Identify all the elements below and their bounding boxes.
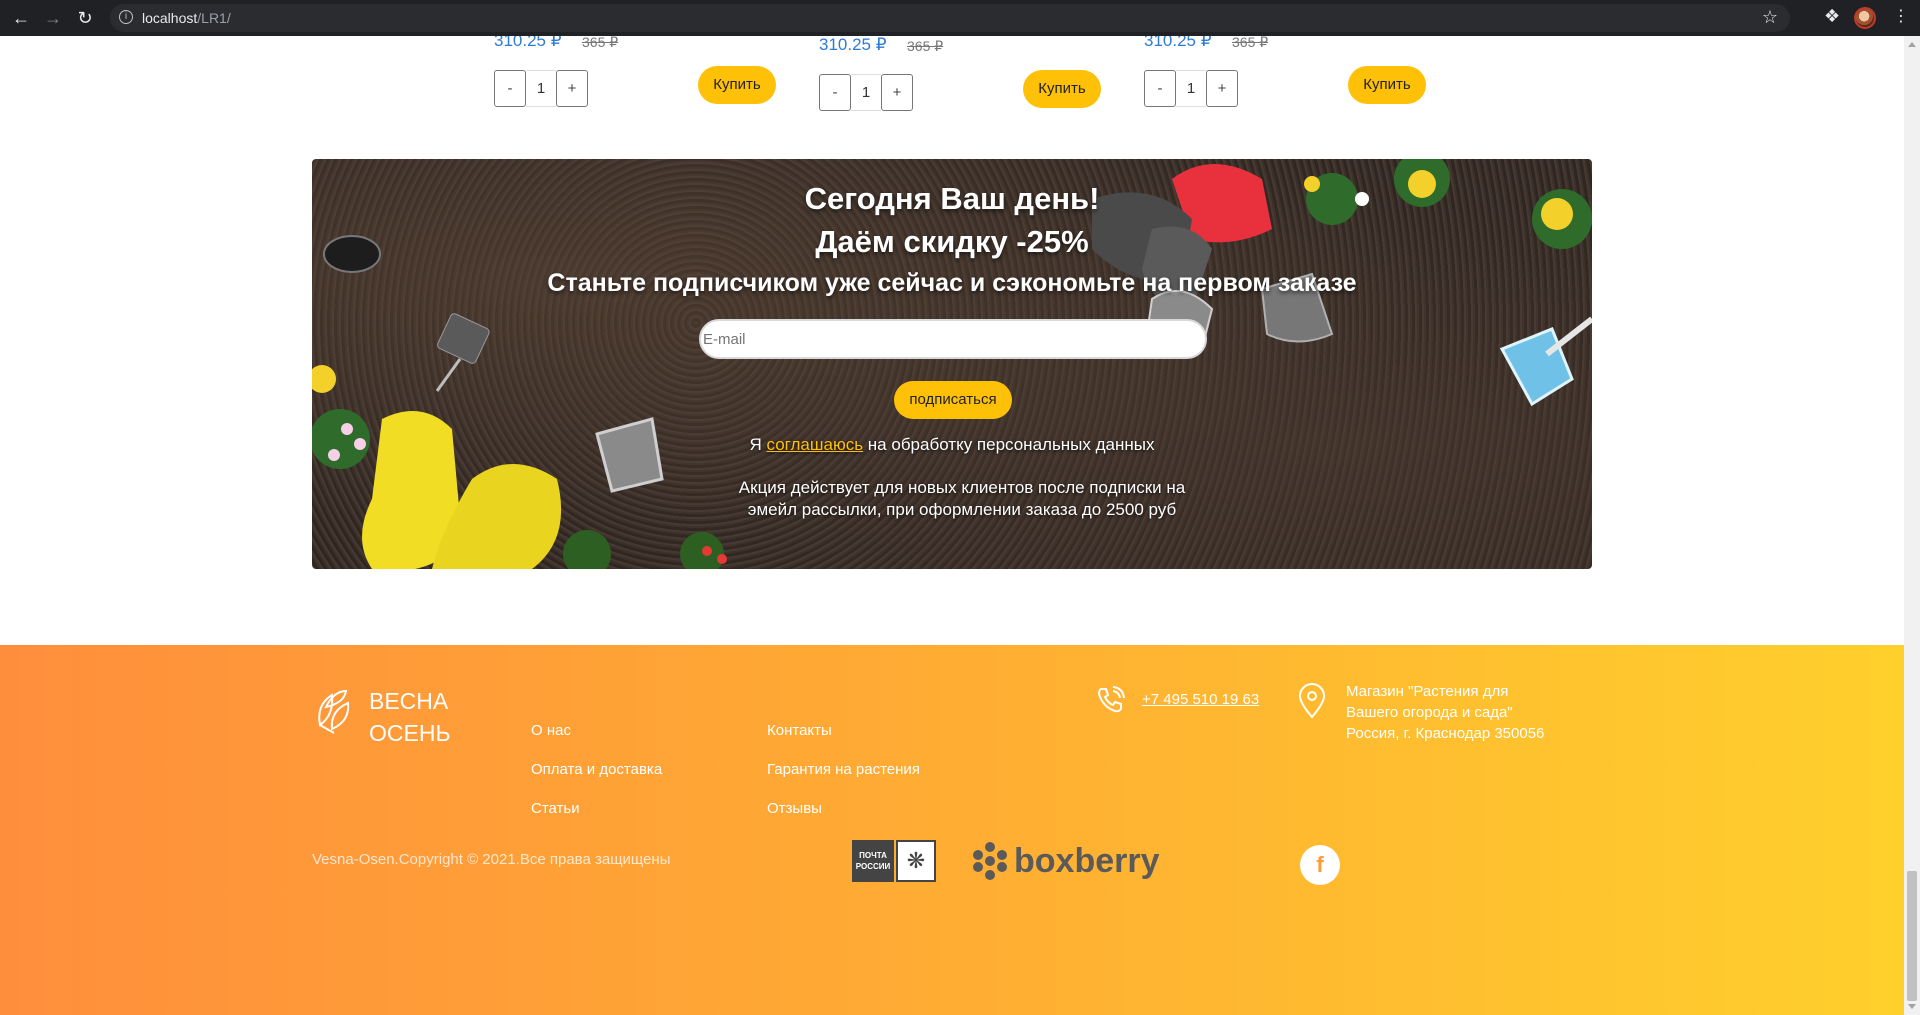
avatar[interactable] (1854, 7, 1876, 29)
footer-link-articles[interactable]: Статьи (531, 800, 580, 817)
phone-icon (1097, 686, 1125, 713)
boxberry-logo: boxberry (970, 841, 1160, 881)
product-card: 310.25 ₽ 365 ₽ - 1 + Купить (1144, 36, 1444, 116)
promo-title-line1: Сегодня Ваш день! (804, 181, 1100, 216)
product-card: 310.25 ₽ 365 ₽ - 1 + Купить (819, 36, 1119, 120)
store-address: Магазин "Растения для Вашего огорода и с… (1346, 681, 1576, 744)
bookmark-star-icon[interactable]: ☆ (1762, 7, 1778, 28)
pochta-rossii-logo: ПОЧТА РОССИИ ❋ (852, 840, 936, 882)
site-logo[interactable]: ВЕСНА ОСЕНЬ (312, 685, 482, 755)
quantity-stepper: - 1 + (819, 74, 913, 111)
scrollbar-thumb[interactable] (1907, 871, 1917, 1001)
consent-text: Я соглашаюсь на обработку персональных д… (312, 435, 1592, 455)
promo-subtitle: Станьте подписчиком уже сейчас и сэконом… (547, 269, 1357, 297)
facebook-icon[interactable]: f (1300, 845, 1340, 885)
info-icon[interactable]: i (119, 10, 133, 24)
product-card: 310.25 ₽ 365 ₽ - 1 + Купить (494, 36, 794, 116)
qty-value[interactable]: 1 (851, 74, 881, 111)
footer-link-contacts[interactable]: Контакты (767, 722, 832, 739)
boxberry-wordmark: boxberry (1014, 841, 1160, 880)
logo-line1: ВЕСНА (369, 688, 449, 714)
menu-kebab-icon[interactable]: ⋮ (1893, 6, 1909, 26)
leaf-logo-icon (318, 689, 350, 734)
page-content: 310.25 ₽ 365 ₽ - 1 + Купить 310.25 ₽ 365… (0, 36, 1920, 1015)
location-pin-icon (1298, 683, 1326, 719)
page-scrollbar[interactable] (1904, 36, 1920, 1015)
pochta-label: ПОЧТА РОССИИ (852, 840, 894, 882)
promo-title-line2: Даём скидку -25% (815, 224, 1089, 259)
address-line2: Вашего огорода и сада" (1346, 704, 1513, 721)
consent-link[interactable]: соглашаюсь (767, 435, 864, 454)
qty-plus-button[interactable]: + (556, 70, 588, 107)
product-old-price: 365 ₽ (1232, 36, 1269, 50)
promo-note: Акция действует для новых клиентов после… (738, 478, 1186, 519)
eagle-emblem-icon: ❋ (896, 840, 936, 882)
forward-icon[interactable]: → (42, 7, 64, 29)
qty-value[interactable]: 1 (526, 70, 556, 107)
consent-suffix: на обработку персональных данных (867, 435, 1155, 454)
logo-text: ВЕСНА ОСЕНЬ (369, 685, 451, 749)
consent-prefix: Я (749, 435, 762, 454)
phone-link[interactable]: +7 495 510 19 63 (1142, 691, 1259, 708)
reload-icon[interactable]: ↻ (74, 7, 96, 29)
address-bar[interactable]: i localhost/LR1/ ☆ (110, 4, 1790, 32)
buy-button[interactable]: Купить (1023, 70, 1101, 108)
address-line3: Россия, г. Краснодар 350056 (1346, 725, 1545, 742)
address-line1: Магазин "Растения для (1346, 683, 1509, 700)
product-price: 310.25 ₽ (494, 36, 562, 50)
product-old-price: 365 ₽ (582, 36, 619, 50)
product-price: 310.25 ₽ (1144, 36, 1212, 50)
scroll-up-icon[interactable] (1908, 42, 1916, 47)
logo-line2: ОСЕНЬ (369, 720, 451, 746)
qty-minus-button[interactable]: - (494, 70, 526, 107)
footer-link-guarantee[interactable]: Гарантия на растения (767, 761, 920, 778)
scroll-down-icon[interactable] (1908, 1004, 1916, 1009)
product-price: 310.25 ₽ (819, 36, 887, 54)
buy-button[interactable]: Купить (698, 66, 776, 104)
qty-plus-button[interactable]: + (881, 74, 913, 111)
buy-button[interactable]: Купить (1348, 66, 1426, 104)
quantity-stepper: - 1 + (494, 70, 588, 107)
qty-plus-button[interactable]: + (1206, 70, 1238, 107)
qty-minus-button[interactable]: - (1144, 70, 1176, 107)
back-icon[interactable]: ← (10, 7, 32, 29)
quantity-stepper: - 1 + (1144, 70, 1238, 107)
boxberry-dots-icon (973, 842, 1007, 880)
email-field[interactable] (699, 319, 1207, 359)
subscribe-button[interactable]: подписаться (894, 381, 1012, 419)
footer-link-payment[interactable]: Оплата и доставка (531, 761, 662, 778)
qty-minus-button[interactable]: - (819, 74, 851, 111)
footer-link-about[interactable]: О нас (531, 722, 571, 739)
footer: ВЕСНА ОСЕНЬ О нас Оплата и доставка Стат… (0, 645, 1904, 1015)
browser-toolbar: ← → ↻ i localhost/LR1/ ☆ ❖ ⋮ (0, 0, 1920, 36)
qty-value[interactable]: 1 (1176, 70, 1206, 107)
copyright-text: Vesna-Osen.Copyright © 2021.Все права за… (312, 851, 671, 868)
product-old-price: 365 ₽ (907, 38, 944, 54)
url-text: localhost/LR1/ (142, 10, 231, 26)
footer-link-reviews[interactable]: Отзывы (767, 800, 822, 817)
promo-banner: Сегодня Ваш день! Даём скидку -25% Стань… (312, 159, 1592, 569)
extensions-icon[interactable]: ❖ (1824, 6, 1840, 27)
